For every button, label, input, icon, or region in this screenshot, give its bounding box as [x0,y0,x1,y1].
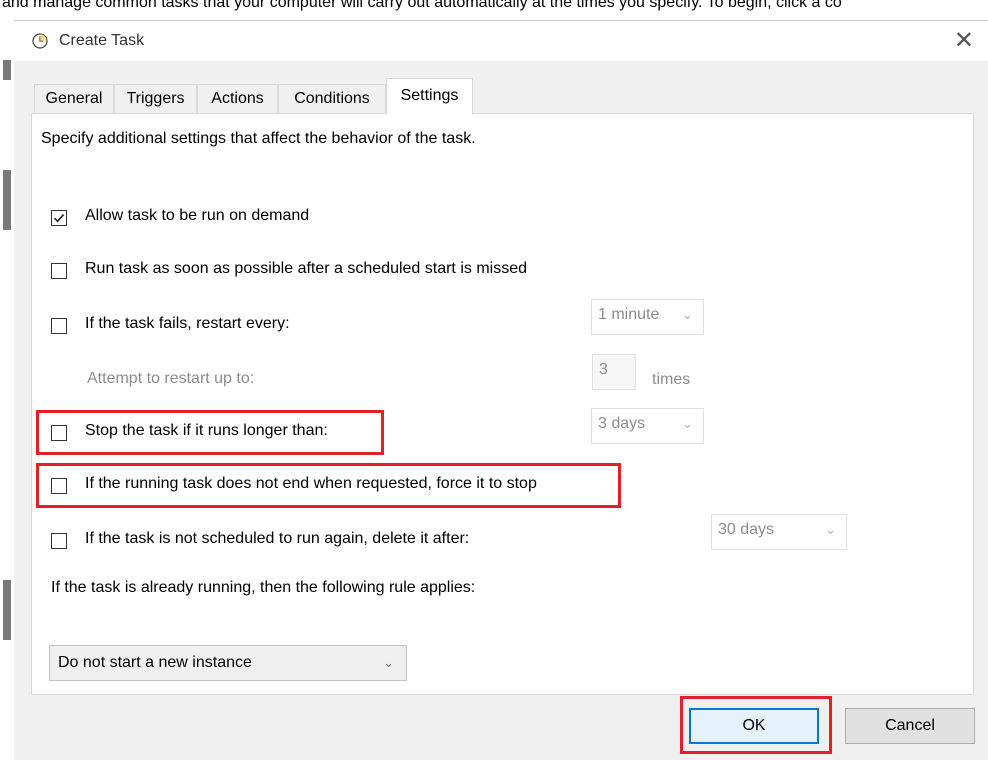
cancel-button[interactable]: Cancel [845,708,975,744]
background-scroll-fragment [3,170,11,230]
ok-button[interactable]: OK [689,708,819,744]
allow-on-demand-label: Allow task to be run on demand [85,207,310,224]
dialog-title: Create Task [59,32,145,49]
tab-conditions[interactable]: Conditions [278,84,386,114]
tab-general[interactable]: General [34,84,114,114]
title-bar: Create Task ✕ [14,21,988,61]
tab-actions[interactable]: Actions [197,84,278,114]
delete-after-label: If the task is not scheduled to run agai… [85,530,470,547]
stop-duration-value: 3 days [598,415,646,432]
restart-count-input[interactable]: 3 [592,354,636,390]
background-scroll-fragment [3,60,11,80]
checkmark-icon [53,214,65,223]
chevron-down-icon: ⌄ [825,522,836,537]
allow-on-demand-checkbox[interactable] [51,210,67,226]
delete-after-value: 30 days [718,521,775,538]
background-window-header: and manage common tasks that your comput… [0,0,988,20]
settings-description: Specify additional settings that affect … [41,130,476,147]
chevron-down-icon: ⌄ [682,416,693,431]
restart-interval-dropdown[interactable]: 1 minute ⌄ [591,299,704,335]
run-asap-label: Run task as soon as possible after a sch… [85,260,527,277]
running-rule-dropdown[interactable]: Do not start a new instance ⌄ [49,645,407,681]
restart-on-fail-checkbox[interactable] [51,318,67,334]
stop-duration-dropdown[interactable]: 3 days ⌄ [591,408,704,444]
running-rule-label: If the task is already running, then the… [51,579,476,596]
chevron-down-icon: ⌄ [682,307,693,322]
delete-after-checkbox[interactable] [51,533,67,549]
force-stop-label: If the running task does not end when re… [85,475,537,492]
close-button[interactable]: ✕ [954,27,974,55]
background-window-left-edge [0,20,15,759]
background-instruction-text: and manage common tasks that your comput… [2,0,842,11]
restart-on-fail-label: If the task fails, restart every: [85,315,290,332]
stop-if-longer-label: Stop the task if it runs longer than: [85,422,328,439]
restart-interval-value: 1 minute [598,306,660,323]
create-task-dialog: Create Task ✕ General Triggers Actions C… [14,20,988,760]
delete-after-dropdown[interactable]: 30 days ⌄ [711,514,847,550]
running-rule-value: Do not start a new instance [58,654,252,671]
attempt-restart-label: Attempt to restart up to: [87,370,255,387]
restart-count-unit: times [652,371,691,388]
stop-if-longer-checkbox[interactable] [51,425,67,441]
run-asap-checkbox[interactable] [51,263,67,279]
chevron-down-icon: ⌄ [383,655,394,670]
settings-panel: Specify additional settings that affect … [31,113,974,695]
force-stop-checkbox[interactable] [51,478,67,494]
tab-settings[interactable]: Settings [386,78,473,115]
background-scroll-fragment [3,580,11,640]
clock-icon [32,33,48,49]
tab-triggers[interactable]: Triggers [114,84,197,114]
